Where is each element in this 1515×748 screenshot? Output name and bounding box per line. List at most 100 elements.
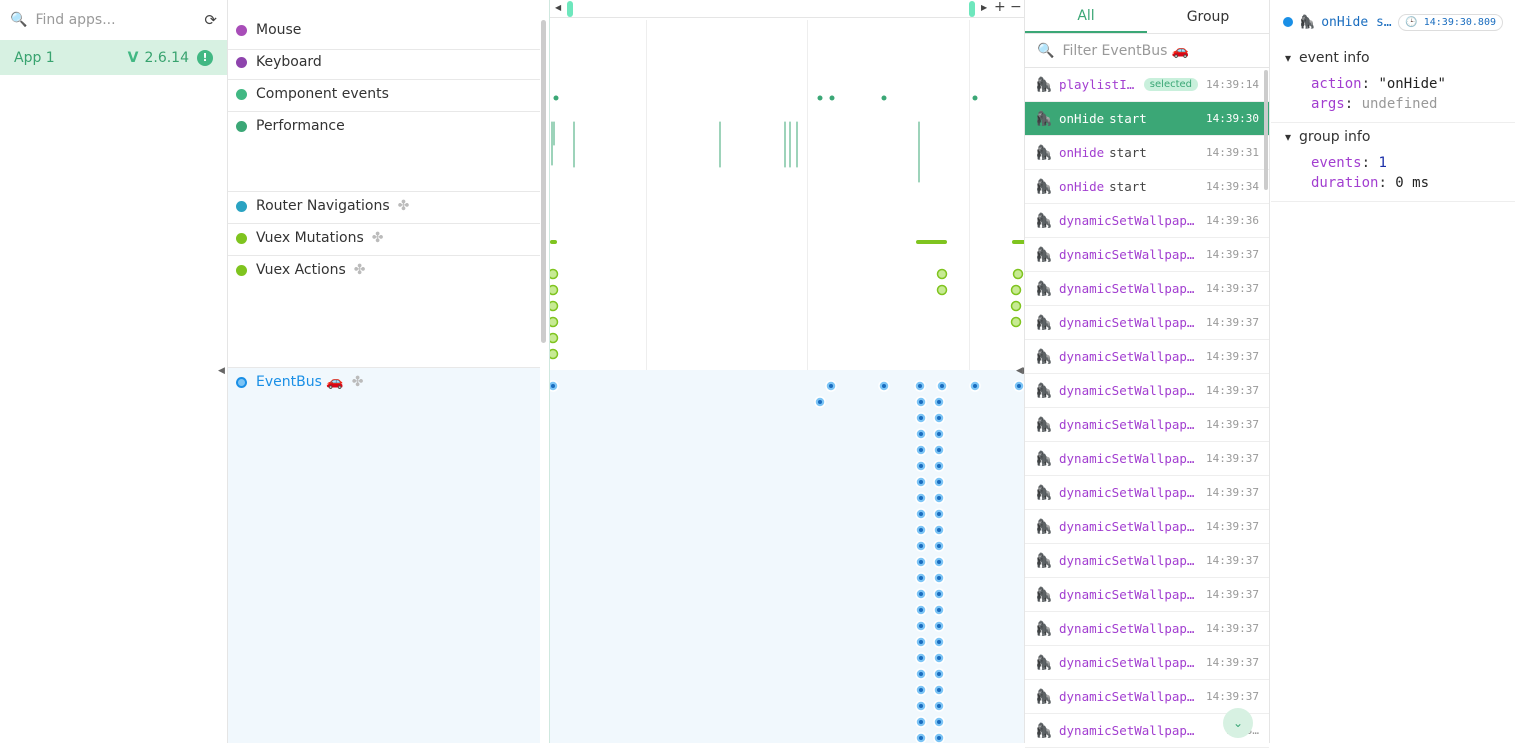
eventbus-mark-core[interactable] [919, 720, 923, 724]
event-list-scrollbar[interactable] [1264, 70, 1268, 190]
section-header[interactable]: ▾ event info [1285, 50, 1515, 66]
eventbus-mark-core[interactable] [919, 640, 923, 644]
eventbus-mark-core[interactable] [882, 384, 886, 388]
layer-0[interactable]: Mouse [228, 16, 540, 50]
collapse-left-icon[interactable]: ◀ [218, 366, 225, 376]
eventbus-mark-core[interactable] [937, 688, 941, 692]
eventbus-mark-core[interactable] [551, 384, 555, 388]
eventbus-mark-core[interactable] [940, 384, 944, 388]
eventbus-mark-core[interactable] [919, 608, 923, 612]
eventbus-mark-core[interactable] [919, 528, 923, 532]
eventbus-mark-core[interactable] [918, 384, 922, 388]
component-event-mark[interactable] [817, 95, 823, 101]
eventbus-mark-core[interactable] [937, 704, 941, 708]
eventbus-mark-core[interactable] [937, 480, 941, 484]
eventbus-mark-core[interactable] [919, 560, 923, 564]
event-row[interactable]: 🦍 dynamicSetWallpap… 14:39:37 [1025, 238, 1269, 272]
event-row[interactable]: 🦍 onHide start 14:39:30 [1025, 102, 1269, 136]
apps-search-input[interactable]: Find apps... [35, 12, 196, 28]
eventbus-mark-core[interactable] [937, 720, 941, 724]
component-event-mark[interactable] [972, 95, 978, 101]
eventbus-mark-core[interactable] [1017, 384, 1021, 388]
eventbus-mark-core[interactable] [937, 544, 941, 548]
eventbus-mark-core[interactable] [937, 512, 941, 516]
vuex-action-mark[interactable] [550, 348, 559, 360]
eventbus-mark-core[interactable] [937, 528, 941, 532]
event-filter-input[interactable]: Filter EventBus 🚗 [1062, 43, 1189, 59]
component-event-mark[interactable] [881, 95, 887, 101]
event-row[interactable]: 🦍 dynamicSetWallpap… 14:39:37 [1025, 612, 1269, 646]
event-row[interactable]: 🦍 dynamicSetWallpap… 14:39:37 [1025, 646, 1269, 680]
eventbus-mark-core[interactable] [937, 672, 941, 676]
alert-badge-icon[interactable]: ! [197, 49, 213, 66]
eventbus-mark-core[interactable] [919, 736, 923, 740]
eventbus-mark-core[interactable] [919, 656, 923, 660]
eventbus-mark-core[interactable] [919, 688, 923, 692]
layer-2[interactable]: Component events [228, 80, 540, 112]
layer-5[interactable]: Vuex Mutations ✤ [228, 224, 540, 256]
app-item[interactable]: App 1 V 2.6.14 ! [0, 40, 227, 75]
event-row[interactable]: 🦍 dynamicSetWallpap… 14:39:37 [1025, 340, 1269, 374]
vuex-action-mark[interactable] [550, 284, 559, 296]
eventbus-mark-core[interactable] [937, 608, 941, 612]
eventbus-mark-core[interactable] [919, 464, 923, 468]
event-row[interactable]: 🦍 onHide start 14:39:34 [1025, 170, 1269, 204]
eventbus-mark-core[interactable] [919, 496, 923, 500]
eventbus-mark-core[interactable] [829, 384, 833, 388]
event-row[interactable]: 🦍 dynamicSetWallpap… 14:39:37 [1025, 374, 1269, 408]
eventbus-mark-core[interactable] [973, 384, 977, 388]
vuex-action-mark[interactable] [550, 316, 559, 328]
eventbus-mark-core[interactable] [937, 736, 941, 740]
eventbus-mark-core[interactable] [818, 400, 822, 404]
chevron-down-icon[interactable]: ▾ [1285, 51, 1291, 65]
vuex-action-mark[interactable] [550, 332, 559, 344]
vuex-action-mark[interactable] [550, 300, 559, 312]
vuex-action-mark[interactable] [1010, 316, 1022, 328]
section-header[interactable]: ▾ group info [1285, 129, 1515, 145]
eventbus-mark-core[interactable] [919, 432, 923, 436]
layer-1[interactable]: Keyboard [228, 48, 540, 80]
eventbus-mark-core[interactable] [937, 560, 941, 564]
eventbus-mark-core[interactable] [919, 400, 923, 404]
event-row[interactable]: 🦍 dynamicSetWallpap… 14:39:37 [1025, 272, 1269, 306]
eventbus-mark-core[interactable] [937, 656, 941, 660]
vuex-action-mark[interactable] [1010, 284, 1022, 296]
eventbus-mark-core[interactable] [919, 512, 923, 516]
eventbus-mark-core[interactable] [919, 592, 923, 596]
layer-3[interactable]: Performance [228, 112, 540, 192]
layers-scrollbar[interactable] [541, 20, 546, 343]
eventbus-mark-core[interactable] [919, 624, 923, 628]
event-row[interactable]: 🦍 onHide start 14:39:31 [1025, 136, 1269, 170]
event-row[interactable]: 🦍 dynamicSetWallpap… 14:39:37 [1025, 578, 1269, 612]
tab-group[interactable]: Group [1147, 0, 1269, 33]
eventbus-mark-core[interactable] [919, 576, 923, 580]
eventbus-mark-core[interactable] [919, 672, 923, 676]
vuex-action-mark[interactable] [1010, 300, 1022, 312]
timeline-canvas[interactable]: ◀ ▶ + − ◀▶ [549, 0, 1030, 743]
component-event-mark[interactable] [553, 95, 559, 101]
eventbus-mark-core[interactable] [937, 496, 941, 500]
vuex-action-mark[interactable] [936, 268, 948, 280]
event-row[interactable]: 🦍 dynamicSetWallpap… 14:39:37 [1025, 306, 1269, 340]
event-row[interactable]: 🦍 playlistI… selected 14:39:14 [1025, 68, 1269, 102]
eventbus-mark-core[interactable] [937, 640, 941, 644]
event-row[interactable]: 🦍 dynamicSetWallpap… 14:39:37 [1025, 476, 1269, 510]
event-row[interactable]: 🦍 dynamicSetWallpap… 14:39:36 [1025, 204, 1269, 238]
event-row[interactable]: 🦍 dynamicSetWallpap… 14:39:37 [1025, 544, 1269, 578]
vuex-action-mark[interactable] [936, 284, 948, 296]
eventbus-mark-core[interactable] [919, 448, 923, 452]
apps-search[interactable]: 🔍 Find apps... ⟳ [0, 0, 227, 40]
layer-7[interactable]: EventBus 🚗 ✤ [228, 368, 540, 743]
eventbus-mark-core[interactable] [937, 432, 941, 436]
layer-6[interactable]: Vuex Actions ✤ [228, 256, 540, 368]
vuex-action-mark[interactable] [1012, 268, 1024, 280]
event-row[interactable]: 🦍 dynamicSetWallpap… 14:39:37 [1025, 442, 1269, 476]
eventbus-mark-core[interactable] [937, 576, 941, 580]
vuex-action-mark[interactable] [550, 268, 559, 280]
eventbus-mark-core[interactable] [937, 592, 941, 596]
eventbus-mark-core[interactable] [919, 416, 923, 420]
eventbus-mark-core[interactable] [919, 704, 923, 708]
event-row[interactable]: 🦍 dynamicSetWallpap… 14:39:37 [1025, 408, 1269, 442]
eventbus-mark-core[interactable] [937, 416, 941, 420]
eventbus-mark-core[interactable] [937, 464, 941, 468]
